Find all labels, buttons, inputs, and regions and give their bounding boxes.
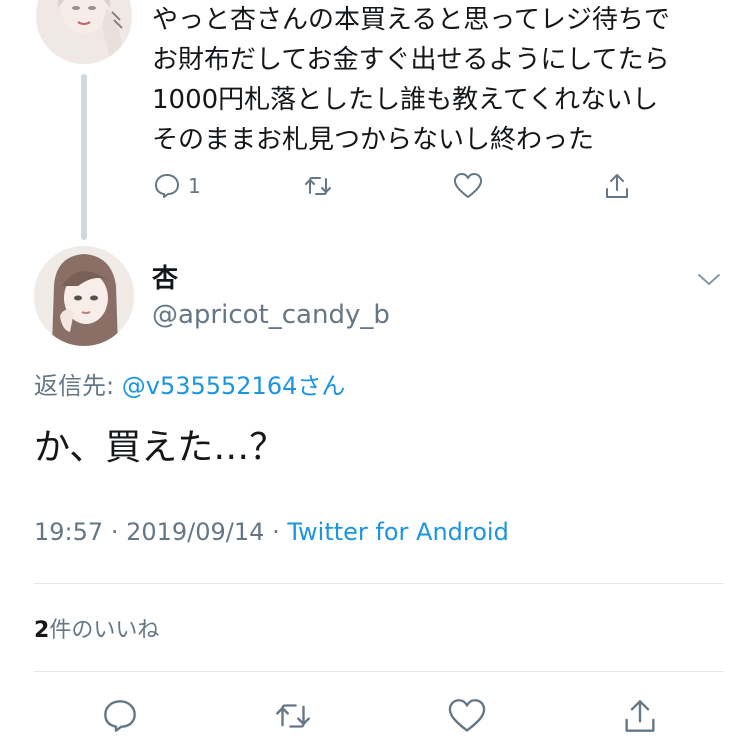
reply-icon (100, 696, 140, 736)
author-handle[interactable]: @apricot_candy_b (152, 300, 390, 330)
divider (34, 583, 724, 584)
parent-reply-count: 1 (188, 174, 201, 198)
tweet-text: か、買えた…？ (34, 427, 286, 468)
parent-retweet-button[interactable] (302, 171, 452, 201)
parent-avatar[interactable] (36, 0, 132, 64)
retweet-button[interactable] (272, 696, 314, 736)
share-button[interactable] (620, 696, 660, 736)
divider (34, 671, 724, 672)
likes-summary[interactable]: 2件のいいね (34, 612, 159, 644)
parent-tweet-actions: 1 (152, 166, 632, 206)
chevron-down-icon (696, 274, 722, 294)
like-label: 件のいいね (49, 618, 160, 643)
reply-to-mention[interactable]: @v535552164さん (122, 372, 346, 400)
parent-like-button[interactable] (452, 171, 602, 201)
parent-reply-button[interactable]: 1 (152, 171, 302, 201)
reply-icon (152, 171, 182, 201)
share-icon (620, 696, 660, 736)
like-count: 2 (34, 618, 50, 643)
share-icon (602, 171, 632, 201)
tweet-time[interactable]: 19:57 (34, 518, 103, 546)
tweet-source[interactable]: Twitter for Android (287, 518, 508, 546)
meta-separator: · (272, 518, 280, 546)
parent-share-button[interactable] (602, 171, 632, 201)
reply-button[interactable] (100, 696, 140, 736)
retweet-icon (302, 171, 334, 201)
like-icon (446, 696, 488, 736)
reply-to-line: 返信先: @v535552164さん (34, 366, 345, 401)
thread-connector-line (81, 74, 87, 240)
tweet-date[interactable]: 2019/09/14 (126, 518, 264, 546)
meta-separator: · (110, 518, 119, 546)
like-icon (452, 171, 484, 201)
reply-to-label: 返信先: (34, 372, 115, 400)
author-display-name[interactable]: 杏 (152, 258, 178, 295)
like-button[interactable] (446, 696, 488, 736)
tweet-options-button[interactable] (696, 270, 722, 290)
tweet-actions (100, 693, 660, 739)
retweet-icon (272, 696, 314, 736)
tweet-metadata: 19:57 · 2019/09/14 · Twitter for Android (34, 518, 509, 546)
parent-tweet-text: やっと杏さんの本買えると思ってレジ待ちで お財布だしてお金すぐ出せるようにしてた… (152, 5, 670, 155)
author-avatar[interactable] (34, 246, 134, 346)
